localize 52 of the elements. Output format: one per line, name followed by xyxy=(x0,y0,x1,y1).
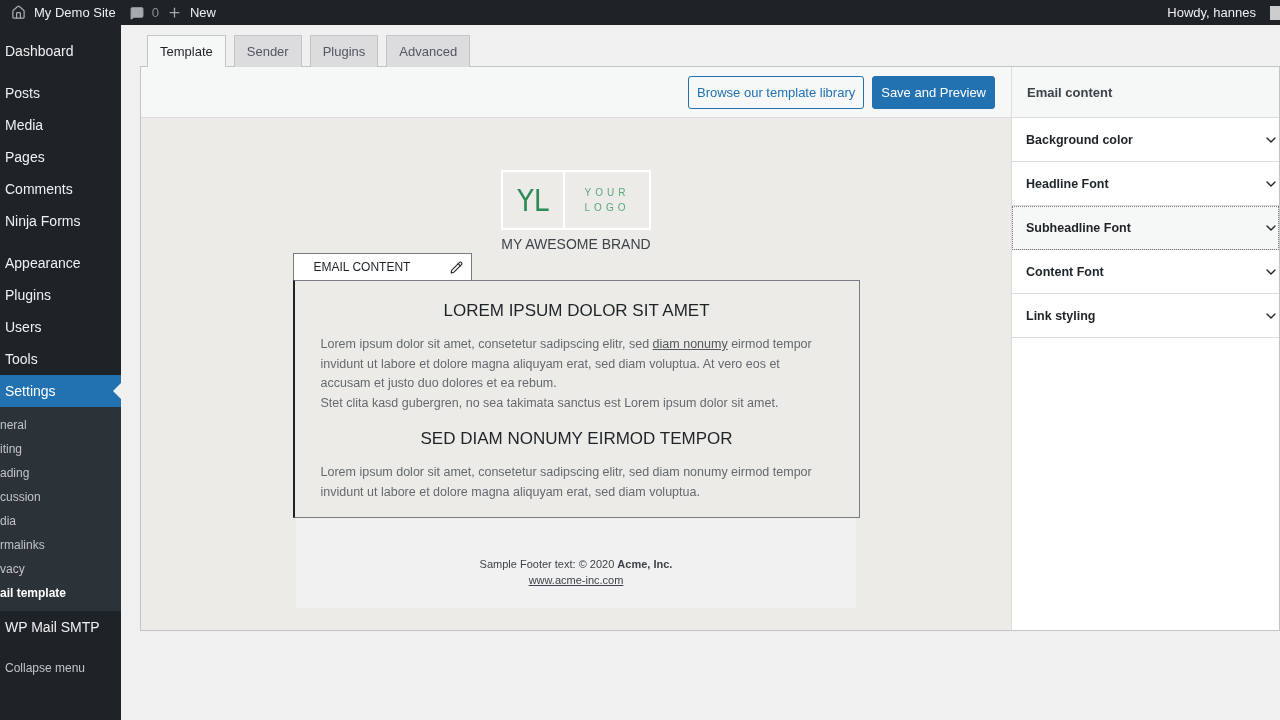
sidebar-item[interactable]: Appearance xyxy=(0,247,121,279)
email-paragraph: Lorem ipsum dolor sit amet, consetetur sadipscing elitr, sed diam nonumy eirmod tempor invidunt ut labore et dolore magna aliquyam erat, sed diam voluptua. xyxy=(320,464,813,501)
tab[interactable]: Template xyxy=(147,35,226,67)
sidebar-item[interactable]: Plugins xyxy=(0,279,121,311)
panel-title: Email content xyxy=(1012,67,1279,118)
footer-text: Sample Footer text: © 2020 Acme, Inc. xyxy=(479,558,673,570)
sidebar-item[interactable]: Media xyxy=(0,109,121,141)
email-heading: LOREM IPSUM DOLOR SIT AMET xyxy=(442,301,711,321)
sidebar-item[interactable]: Ninja Forms xyxy=(0,205,121,237)
collapse-menu-link[interactable]: Collapse menu xyxy=(0,653,121,683)
logo-mark: YL xyxy=(503,172,565,228)
submenu-item[interactable]: neral xyxy=(0,413,121,437)
submenu-item[interactable]: cussion xyxy=(0,485,121,509)
sidebar-item[interactable]: Comments xyxy=(0,173,121,205)
submenu-item[interactable]: dia xyxy=(0,509,121,533)
sidebar-item[interactable]: Dashboard xyxy=(0,35,121,67)
sidebar-item[interactable]: Pages xyxy=(0,141,121,173)
email-heading: SED DIAM NONUMY EIRMOD TEMPOR xyxy=(419,429,734,449)
pencil-icon[interactable] xyxy=(450,260,464,274)
sidebar-item[interactable]: Settings xyxy=(0,375,121,407)
brand-name: MY AWESOME BRAND xyxy=(501,236,651,252)
sidebar-item[interactable]: WP Mail SMTP xyxy=(0,611,121,643)
section-tab[interactable]: EMAIL CONTENT xyxy=(292,253,473,280)
sidebar-item[interactable]: Users xyxy=(0,311,121,343)
greeting-link[interactable]: Howdy, hannes xyxy=(1167,5,1256,20)
home-icon[interactable] xyxy=(11,5,26,20)
logo-text: YOUR xyxy=(584,187,630,198)
sidebar-item[interactable]: Tools xyxy=(0,343,121,375)
plus-icon[interactable] xyxy=(166,5,182,20)
email-link[interactable]: diam nonumy xyxy=(652,337,728,351)
save-preview-button[interactable]: Save and Preview xyxy=(872,75,995,109)
section-label: EMAIL CONTENT xyxy=(313,260,411,274)
avatar[interactable] xyxy=(1270,5,1280,20)
email-paragraph: Lorem ipsum dolor sit amet, consetetur sadipscing elitr, sed diam nonumy eirmod tempor invidunt ut labore et dolore magna aliquyam erat, sed diam voluptua. At vero eos et accusam et justo duo dolores et ea rebum. xyxy=(320,336,813,392)
submenu-item[interactable]: rmalinks xyxy=(0,533,121,557)
new-link[interactable]: New xyxy=(189,5,216,20)
comment-icon[interactable] xyxy=(129,5,144,20)
footer-link[interactable]: www.acme-inc.com xyxy=(528,574,624,586)
browse-library-button[interactable]: Browse our template library xyxy=(688,75,865,109)
tab[interactable]: Sender xyxy=(233,35,302,67)
site-name-link[interactable]: My Demo Site xyxy=(34,5,116,20)
submenu-item[interactable]: vacy xyxy=(0,557,121,581)
submenu-item[interactable]: iting xyxy=(0,437,121,461)
sidebar-item[interactable]: Posts xyxy=(0,77,121,109)
tab[interactable]: Advanced xyxy=(386,35,471,67)
submenu-item[interactable]: ading xyxy=(0,461,121,485)
logo-text: LOGO xyxy=(584,202,630,213)
submenu-item[interactable]: ail template xyxy=(0,581,121,605)
email-paragraph: Stet clita kasd gubergren, no sea takimata sanctus est Lorem ipsum dolor sit amet. xyxy=(320,394,780,412)
accordion-section[interactable]: Subheadline Font xyxy=(1012,206,1279,250)
comment-count[interactable]: 0 xyxy=(151,5,159,20)
tab[interactable]: Plugins xyxy=(309,35,379,67)
